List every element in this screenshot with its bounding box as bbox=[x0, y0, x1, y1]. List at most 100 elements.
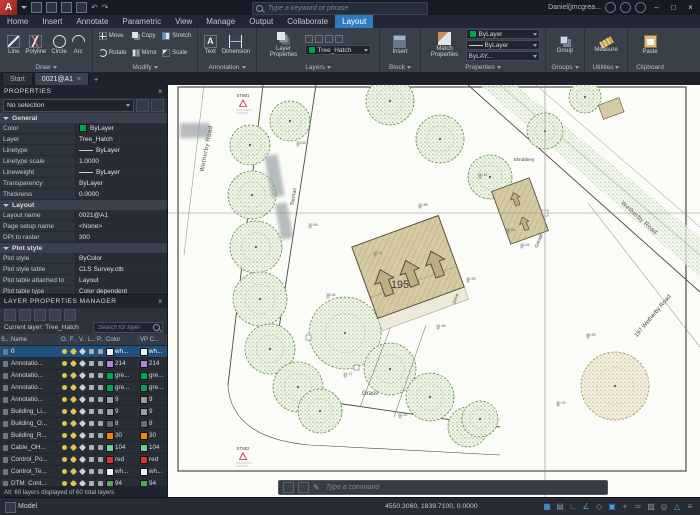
layer-name[interactable]: Annotatio... bbox=[10, 382, 60, 393]
layer-color-cell[interactable]: red bbox=[105, 454, 139, 465]
linetype-dropdown[interactable]: ByLayer bbox=[466, 40, 540, 50]
layer-lock-icon[interactable] bbox=[89, 445, 94, 450]
property-value[interactable]: Layout bbox=[76, 275, 167, 285]
ribbon-tab-annotate[interactable]: Annotate bbox=[69, 15, 115, 28]
layer-row[interactable]: Annotatio...99 bbox=[0, 394, 167, 406]
measure-button[interactable]: Measure bbox=[593, 36, 618, 54]
text-button[interactable]: AText bbox=[203, 35, 218, 56]
open-file-icon[interactable] bbox=[46, 2, 57, 13]
close-tab-icon[interactable]: × bbox=[77, 76, 81, 83]
signed-in-user[interactable]: Daniel(jmcgrea... bbox=[548, 4, 601, 11]
layer-vp-freeze-icon[interactable] bbox=[79, 384, 86, 391]
close-button[interactable]: × bbox=[684, 3, 697, 12]
layer-lock-icon[interactable] bbox=[89, 421, 94, 426]
lineweight-dropdown[interactable]: ByLAY... bbox=[466, 51, 540, 61]
layer-lock-icon[interactable] bbox=[89, 373, 94, 378]
layer-vp-color-cell[interactable]: 30 bbox=[139, 430, 167, 441]
layer-vp-color-cell[interactable]: 214 bbox=[139, 358, 167, 369]
layer-color-cell[interactable]: 104 bbox=[105, 442, 139, 453]
status-toggle-ortho[interactable]: ∟ bbox=[567, 499, 579, 513]
layer-color-cell[interactable]: gre... bbox=[105, 370, 139, 381]
rotate-button[interactable]: Rotate bbox=[99, 49, 127, 57]
layer-vp-freeze-icon[interactable] bbox=[79, 444, 86, 451]
layer-column-header[interactable]: L.. bbox=[87, 334, 96, 345]
layer-column-header[interactable]: V.. bbox=[78, 334, 87, 345]
layer-plot-icon[interactable] bbox=[98, 397, 103, 402]
properties-palette-header[interactable]: PROPERTIES × bbox=[0, 85, 167, 98]
close-icon[interactable]: × bbox=[158, 297, 163, 306]
layer-name[interactable]: Building_Li... bbox=[10, 406, 60, 417]
help-icon[interactable] bbox=[635, 2, 646, 13]
property-value[interactable]: Tree_Hatch bbox=[76, 134, 167, 144]
property-value[interactable]: 0021@A1 bbox=[76, 210, 167, 220]
file-tab-start[interactable]: Start bbox=[2, 72, 33, 85]
layer-lock-icon[interactable] bbox=[89, 361, 94, 366]
property-value[interactable]: ByLayer bbox=[76, 167, 167, 177]
layer-name[interactable]: Cable_OH... bbox=[10, 442, 60, 453]
status-toggle-snap[interactable]: ▤ bbox=[554, 499, 566, 513]
match-properties-button[interactable]: Match Properties bbox=[427, 32, 463, 59]
model-tab[interactable]: Model bbox=[18, 503, 37, 510]
layer-on-icon[interactable] bbox=[62, 397, 67, 402]
layer-color-cell[interactable]: 9 bbox=[105, 406, 139, 417]
layer-name[interactable]: 0 bbox=[10, 346, 60, 357]
layer-lock-icon[interactable] bbox=[89, 409, 94, 414]
ribbon-tab-manage[interactable]: Manage bbox=[199, 15, 242, 28]
layer-row[interactable]: Annotatio... gre...gre... bbox=[0, 382, 167, 394]
layer-properties-button[interactable]: Layer Properties bbox=[266, 32, 302, 59]
layer-on-icon[interactable] bbox=[62, 421, 67, 426]
minimize-button[interactable]: – bbox=[650, 3, 663, 12]
layer-name[interactable]: Building_O... bbox=[10, 418, 60, 429]
status-toggle-transparency[interactable]: ▨ bbox=[645, 499, 657, 513]
modify-panel-label[interactable]: Modify bbox=[93, 62, 197, 72]
app-menu-caret-icon[interactable] bbox=[21, 6, 27, 9]
cart-icon[interactable] bbox=[605, 2, 616, 13]
layer-row[interactable]: Control_Te...wh...wh... bbox=[0, 466, 167, 478]
layer-vp-color-cell[interactable]: wh... bbox=[139, 346, 167, 357]
layer-vp-freeze-icon[interactable] bbox=[79, 348, 86, 355]
layer-row[interactable]: Building_O...88 bbox=[0, 418, 167, 430]
command-line[interactable]: ✎ bbox=[278, 480, 608, 495]
property-value[interactable]: ByLayer bbox=[76, 178, 167, 188]
layer-plot-icon[interactable] bbox=[98, 373, 103, 378]
layer-row[interactable]: Control_Po...redred bbox=[0, 454, 167, 466]
status-toggle-grid[interactable]: ▦ bbox=[541, 499, 553, 513]
layer-vp-freeze-icon[interactable] bbox=[79, 420, 86, 427]
ribbon-tab-view[interactable]: View bbox=[168, 15, 199, 28]
layer-plot-icon[interactable] bbox=[98, 421, 103, 426]
status-toggle-object-snap-tracking[interactable]: + bbox=[619, 499, 631, 513]
layer-color-cell[interactable]: 214 bbox=[105, 358, 139, 369]
ribbon-tab-home[interactable]: Home bbox=[0, 15, 35, 28]
property-value[interactable]: ByColor bbox=[76, 253, 167, 263]
line-button[interactable]: Line bbox=[6, 35, 21, 56]
property-value[interactable]: 1.0000 bbox=[76, 156, 167, 166]
property-value[interactable]: <None> bbox=[76, 221, 167, 231]
layer-vp-freeze-icon[interactable] bbox=[79, 456, 86, 463]
layer-vp-freeze-icon[interactable] bbox=[79, 396, 86, 403]
draw-panel-label[interactable]: Draw bbox=[0, 62, 92, 72]
layer-freeze-icon[interactable] bbox=[305, 35, 313, 43]
layer-column-header[interactable]: S.. bbox=[0, 334, 10, 345]
layer-color-cell[interactable]: gre... bbox=[105, 382, 139, 393]
utilities-panel-label[interactable]: Utilities bbox=[585, 62, 627, 72]
layer-vp-color-cell[interactable]: 9 bbox=[139, 394, 167, 405]
close-icon[interactable]: × bbox=[158, 87, 163, 96]
layer-plot-icon[interactable] bbox=[98, 361, 103, 366]
layer-freeze-icon[interactable] bbox=[70, 408, 77, 415]
redo-icon[interactable]: ↷ bbox=[102, 0, 109, 15]
layer-lock-icon[interactable] bbox=[315, 35, 323, 43]
layer-plot-icon[interactable] bbox=[98, 457, 103, 462]
maximize-button[interactable]: □ bbox=[667, 3, 680, 12]
layer-settings-icon[interactable] bbox=[64, 309, 76, 321]
layer-on-icon[interactable] bbox=[62, 373, 67, 378]
layer-lock-icon[interactable] bbox=[89, 349, 94, 354]
property-value[interactable]: ByLayer bbox=[76, 145, 167, 155]
layer-plot-icon[interactable] bbox=[98, 445, 103, 450]
property-value[interactable]: CLS Survey.ctb bbox=[76, 264, 167, 274]
object-color-dropdown[interactable]: ByLayer bbox=[466, 29, 540, 39]
layer-vp-color-cell[interactable]: gre... bbox=[139, 382, 167, 393]
layer-search-input[interactable] bbox=[96, 324, 151, 332]
save-icon[interactable] bbox=[61, 2, 72, 13]
layer-row[interactable]: Building_R...3030 bbox=[0, 430, 167, 442]
layer-color-cell[interactable]: wh... bbox=[105, 466, 139, 477]
